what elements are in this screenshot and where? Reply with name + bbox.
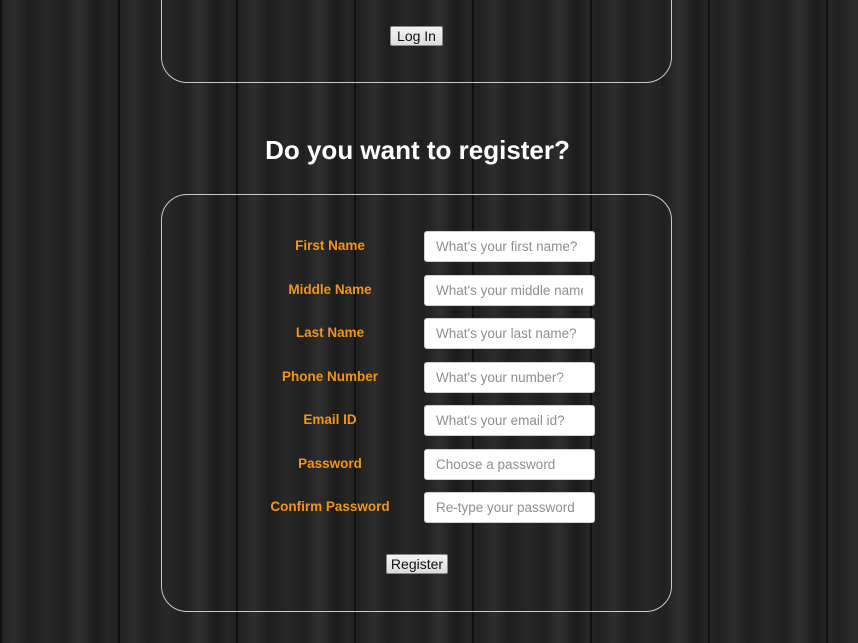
- first-name-label: First Name: [295, 238, 365, 253]
- middle-name-label: Middle Name: [288, 282, 372, 297]
- last-name-input[interactable]: [424, 318, 595, 349]
- password-label: Password: [298, 456, 362, 471]
- phone-number-row: Phone Number: [0, 362, 858, 393]
- last-name-label: Last Name: [295, 325, 365, 340]
- email-id-row: Email ID: [0, 405, 858, 436]
- first-name-input[interactable]: [424, 231, 595, 262]
- register-heading: Do you want to register?: [265, 135, 570, 165]
- login-button[interactable]: Log In: [390, 26, 443, 46]
- phone-number-input[interactable]: [424, 362, 595, 393]
- email-id-input[interactable]: [424, 405, 595, 436]
- confirm-password-label: Confirm Password: [270, 499, 390, 514]
- email-id-label: Email ID: [303, 412, 357, 427]
- confirm-password-input[interactable]: [424, 492, 595, 523]
- last-name-row: Last Name: [0, 318, 858, 349]
- password-input[interactable]: [424, 449, 595, 480]
- phone-number-label: Phone Number: [281, 369, 378, 384]
- first-name-row: First Name: [0, 231, 858, 262]
- middle-name-input[interactable]: [424, 275, 595, 306]
- register-button[interactable]: Register: [386, 554, 448, 574]
- confirm-password-row: Confirm Password: [0, 492, 858, 523]
- password-row: Password: [0, 449, 858, 480]
- middle-name-row: Middle Name: [0, 275, 858, 306]
